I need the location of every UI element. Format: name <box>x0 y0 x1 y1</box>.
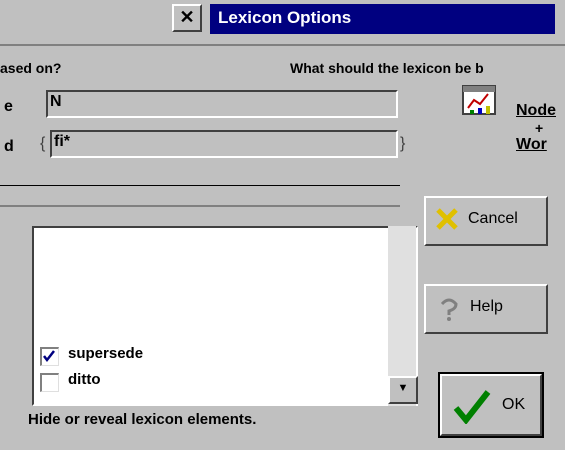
cancel-button[interactable]: Cancel <box>424 196 548 246</box>
ok-label: OK <box>502 396 526 413</box>
list-item[interactable]: supersede <box>40 344 390 368</box>
checkmark-icon <box>453 390 491 424</box>
help-label: Help <box>470 298 503 315</box>
checkbox[interactable] <box>40 373 59 392</box>
scroll-down-button[interactable]: ▼ <box>388 376 418 404</box>
brace-left-icon: { <box>40 135 46 152</box>
question-left: ased on? <box>0 60 62 76</box>
question-line: ased on? What should the lexicon be b <box>0 58 565 82</box>
checkbox[interactable] <box>40 347 59 366</box>
ok-button[interactable]: OK <box>438 372 544 438</box>
help-button[interactable]: Help <box>424 284 548 334</box>
status-text: Hide or reveal lexicon elements. <box>28 411 257 428</box>
help-icon <box>440 298 458 321</box>
checkmark-icon <box>43 350 55 363</box>
node-label: Node <box>516 102 556 119</box>
word-field[interactable]: fi* <box>50 130 398 158</box>
divider <box>0 205 400 207</box>
brace-right-icon: } <box>400 135 406 152</box>
list-item[interactable]: ditto <box>40 370 390 394</box>
status-bar: Hide or reveal lexicon elements. <box>28 411 428 435</box>
question-right: What should the lexicon be b <box>290 60 484 76</box>
chart-icon <box>462 85 496 115</box>
plus-label: + <box>535 120 544 136</box>
word-field-value: fi* <box>54 133 70 150</box>
lexicon-element-list[interactable]: supersede ditto <box>32 226 418 406</box>
column-header-strip <box>0 185 400 205</box>
close-button[interactable]: ✕ <box>172 4 202 32</box>
list-item-label: ditto <box>68 371 101 388</box>
x-icon <box>436 208 458 230</box>
window-title: Lexicon Options <box>218 8 352 27</box>
node-field[interactable]: N <box>46 90 398 118</box>
close-icon: ✕ <box>179 7 195 27</box>
node-word-button[interactable]: Node + Wor <box>456 80 565 160</box>
list-item-label: supersede <box>68 345 144 362</box>
field-label-2: d <box>4 138 14 155</box>
divider <box>0 44 565 46</box>
title-bar: ✕ Lexicon Options <box>0 0 565 36</box>
arrow-down-icon: ▼ <box>397 382 409 394</box>
field-label-1: e <box>4 98 13 115</box>
cancel-label: Cancel <box>468 210 518 227</box>
list-scrollbar[interactable]: ▼ <box>388 226 418 406</box>
node-field-value: N <box>50 93 62 110</box>
word-label: Wor <box>516 136 547 153</box>
